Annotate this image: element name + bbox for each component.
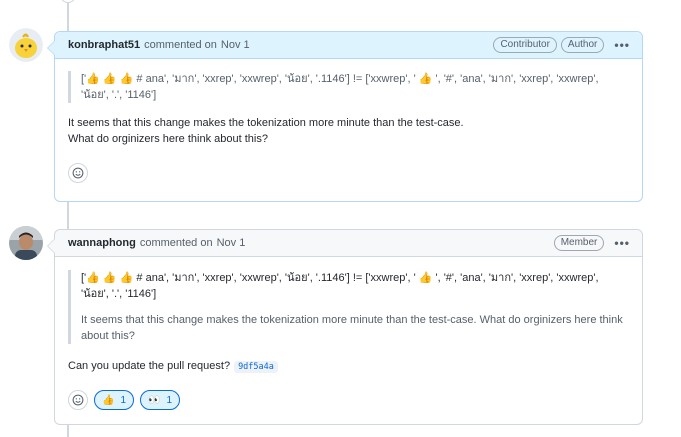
commit-sha-link[interactable]: 9df5a4a <box>234 361 278 373</box>
comment-text-line: It seems that this change makes the toke… <box>68 117 464 129</box>
reaction-count: 1 <box>166 394 173 406</box>
reactions-bar <box>55 155 642 191</box>
comment-header: wannaphong commented on Nov 1 Member ••• <box>55 230 642 257</box>
quoted-text: It seems that this change makes the toke… <box>81 314 623 342</box>
timeline-top-marker <box>60 0 76 3</box>
author-link[interactable]: konbraphat51 <box>68 39 140 51</box>
comment-date-link[interactable]: Nov 1 <box>221 39 250 51</box>
avatar[interactable] <box>9 226 43 260</box>
reaction-count: 1 <box>120 394 127 406</box>
comment-body: ['👍 👍 👍 # ana', 'มาก', 'xxrep', 'xxwrep'… <box>55 257 642 383</box>
thumbs-up-reaction-button[interactable]: 👍 1 <box>94 390 135 410</box>
add-reaction-button[interactable] <box>68 163 88 183</box>
eyes-reaction-button[interactable]: 👀 1 <box>140 390 181 410</box>
member-badge: Member <box>553 235 605 251</box>
comment-text: Can you update the pull request? <box>68 360 231 372</box>
author-badge: Author <box>560 37 605 53</box>
contributor-badge: Contributor <box>493 37 557 53</box>
eyes-icon: 👀 <box>148 394 161 406</box>
author-link[interactable]: wannaphong <box>68 237 136 249</box>
avatar[interactable] <box>9 28 43 62</box>
comment-text-line: Can you update the pull request? 9df5a4a <box>68 358 629 375</box>
kebab-horizontal-icon[interactable]: ••• <box>614 38 630 52</box>
kebab-horizontal-icon[interactable]: ••• <box>614 236 630 250</box>
comment-date-link[interactable]: Nov 1 <box>217 237 246 249</box>
add-reaction-button[interactable] <box>68 390 88 410</box>
quoted-code: ['👍 👍 👍 # ana', 'มาก', 'xxrep', 'xxwrep'… <box>81 73 599 101</box>
code-quote: ['👍 👍 👍 # ana', 'มาก', 'xxrep', 'xxwrep'… <box>68 71 629 103</box>
user-photo-avatar-icon <box>9 226 43 260</box>
smiley-icon <box>72 394 84 406</box>
comment-pointer <box>47 40 55 56</box>
comment-card: konbraphat51 commented on Nov 1 Contribu… <box>47 31 643 202</box>
comment-body: ['👍 👍 👍 # ana', 'มาก', 'xxrep', 'xxwrep'… <box>55 59 642 155</box>
smiley-icon <box>72 167 84 179</box>
comment-action-text: commented on <box>139 237 213 249</box>
chick-avatar-icon <box>9 28 43 62</box>
thumbs-up-icon: 👍 <box>102 394 115 406</box>
quoted-code: ['👍 👍 👍 # ana', 'มาก', 'xxrep', 'xxwrep'… <box>81 272 599 300</box>
comment-text-line: What do orginizers here think about this… <box>68 133 268 145</box>
comment-header: konbraphat51 commented on Nov 1 Contribu… <box>55 32 642 59</box>
reactions-bar: 👍 1 👀 1 <box>55 383 642 418</box>
comment-card: wannaphong commented on Nov 1 Member •••… <box>47 229 643 425</box>
comment-pointer <box>47 238 55 254</box>
comment-action-text: commented on <box>144 39 217 51</box>
block-quote: ['👍 👍 👍 # ana', 'มาก', 'xxrep', 'xxwrep'… <box>68 270 629 344</box>
